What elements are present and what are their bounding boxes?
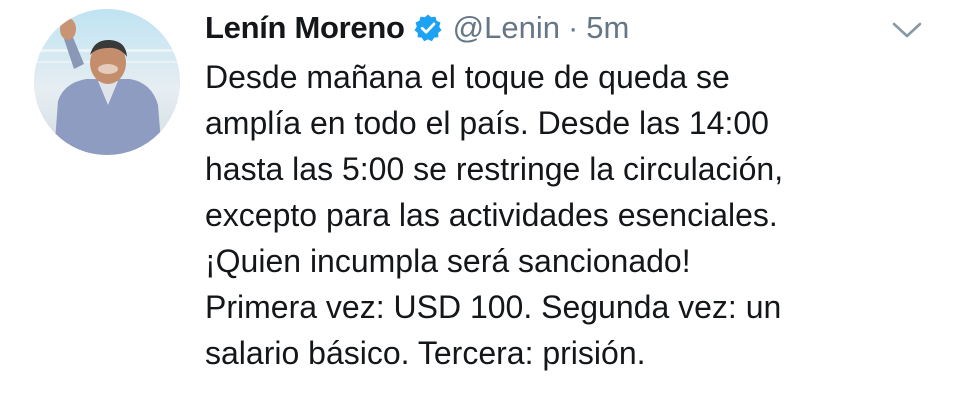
avatar[interactable] [34,9,180,155]
tweet-text-line: Primera vez: USD 100. Segunda vez: un [205,289,782,325]
tweet-text-line: Desde mañana el toque de queda se [205,59,730,95]
header-separator: · [567,10,579,45]
author-handle[interactable]: @Lenin [453,10,560,46]
tweet-timestamp[interactable]: 5m [586,10,629,46]
author-name[interactable]: Lenín Moreno [205,10,405,46]
chevron-down-icon[interactable] [890,18,924,42]
tweet-text-line: salario básico. Tercera: prisión. [205,335,646,371]
tweet-text-line: hasta las 5:00 se restringe la circulaci… [205,151,784,187]
tweet-header: Lenín Moreno @Lenin · 5m [205,6,629,50]
tweet-text-line: excepto para las actividades esenciales. [205,197,778,233]
tweet-text: Desde mañana el toque de queda se amplía… [205,54,945,376]
verified-badge-icon [413,13,443,43]
tweet-text-line: amplía en todo el país. Desde las 14:00 [205,105,769,141]
tweet-text-line: ¡Quien incumpla será sancionado! [205,243,691,279]
tweet-card: Lenín Moreno @Lenin · 5m Desde mañana el… [0,0,960,420]
